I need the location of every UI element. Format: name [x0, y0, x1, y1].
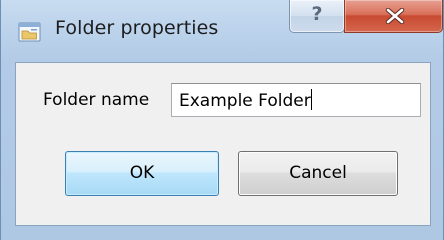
close-button[interactable]	[344, 0, 443, 33]
folder-properties-icon	[18, 21, 42, 43]
folder-name-input[interactable]: Example Folder	[171, 83, 421, 117]
dialog-content: Folder name Example Folder OK Cancel	[15, 62, 431, 226]
dialog-window: Folder properties ? Folder name Example …	[0, 0, 444, 240]
cancel-button[interactable]: Cancel	[238, 151, 398, 196]
help-button[interactable]: ?	[289, 0, 345, 33]
text-caret	[310, 89, 312, 110]
close-icon	[385, 8, 405, 24]
title-bar[interactable]: Folder properties ?	[1, 0, 444, 62]
ok-button[interactable]: OK	[65, 151, 219, 196]
help-icon: ?	[311, 3, 323, 25]
window-title: Folder properties	[55, 17, 219, 39]
folder-name-value: Example Folder	[179, 91, 311, 111]
folder-name-label: Folder name	[43, 90, 150, 110]
